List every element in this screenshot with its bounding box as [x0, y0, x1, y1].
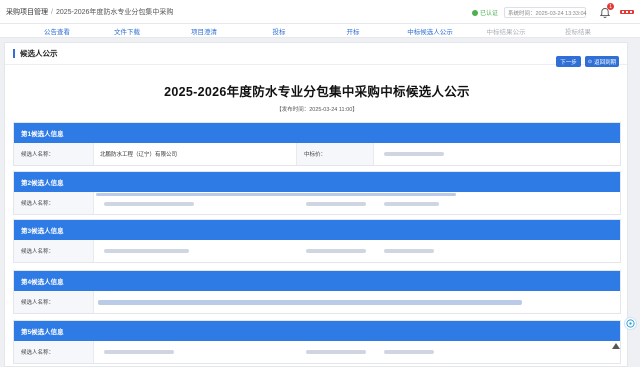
step-file-download[interactable]: 文件下载 — [114, 26, 140, 36]
top-header: 采购项目管理/2025-2026年度防水专业分包集中采购 已认证 系统时间：20… — [0, 0, 640, 24]
notification-badge: 1 — [607, 3, 614, 10]
candidate-header: 第3候选人信息 — [14, 220, 620, 240]
back-button[interactable]: ⊙ 返回到期 — [585, 56, 619, 67]
step-clarification[interactable]: 项目澄清 — [191, 26, 217, 36]
candidate-card: 第3候选人信息 候选人名称： — [13, 219, 621, 263]
redacted-value — [104, 350, 174, 354]
check-icon — [472, 9, 478, 16]
candidate-card: 第4候选人信息 候选人名称： — [13, 270, 621, 314]
candidate-card: 第1候选人信息 候选人名称： 北鹏防水工程（辽宁）有限公司 中标价： — [13, 122, 621, 166]
redacted-value — [306, 202, 366, 206]
redacted-value — [306, 249, 366, 253]
redacted-value — [104, 249, 189, 253]
candidate-header: 第2候选人信息 — [14, 172, 620, 192]
server-time: 系统时间：2025-03-24 13:33:04 — [504, 7, 587, 18]
step-result-publicity[interactable]: 中标结果公示 — [487, 26, 526, 36]
step-candidate-publicity[interactable]: 中标候选人公示 — [407, 26, 453, 36]
redacted-value — [384, 249, 434, 253]
redacted-value — [98, 300, 522, 305]
breadcrumb: 采购项目管理/2025-2026年度防水专业分包集中采购 — [0, 7, 173, 17]
candidate-header: 第1候选人信息 — [14, 123, 620, 143]
candidate-row: 候选人名称： 北鹏防水工程（辽宁）有限公司 中标价： — [14, 143, 620, 165]
back-button-label: 返回到期 — [594, 59, 617, 66]
help-icon[interactable] — [624, 317, 637, 330]
candidate-card: 第5候选人信息 候选人名称： — [13, 320, 621, 364]
redacted-value — [384, 202, 439, 206]
document-title: 2025-2026年度防水专业分包集中采购中标候选人公示 — [164, 85, 470, 99]
panel-title: 候选人公示 — [13, 49, 58, 58]
bid-price-label: 中标价： — [296, 143, 374, 165]
candidate-name-label: 候选人名称： — [14, 291, 94, 313]
breadcrumb-root[interactable]: 采购项目管理 — [6, 9, 48, 16]
certified-label: 已认证 — [480, 11, 499, 17]
next-step-button[interactable]: 下一步 — [556, 56, 581, 67]
candidate-header: 第5候选人信息 — [14, 321, 620, 341]
step-bid-result[interactable]: 投标结果 — [565, 26, 591, 36]
candidate-name-value: 北鹏防水工程（辽宁）有限公司 — [100, 152, 178, 158]
redacted-value — [384, 350, 434, 354]
redacted-value — [384, 152, 444, 156]
candidate-name-label: 候选人名称： — [14, 192, 94, 214]
candidate-card: 第2候选人信息 候选人名称： — [13, 171, 621, 215]
publish-time: 【发布时间：2025-03-24 11:00】 — [276, 107, 358, 113]
candidate-name-label: 候选人名称： — [14, 143, 94, 165]
candidate-name-label: 候选人名称： — [14, 341, 94, 363]
step-announcement[interactable]: 公告查看 — [44, 26, 70, 36]
redacted-value — [96, 193, 456, 196]
redacted-value — [104, 202, 194, 206]
step-bidding[interactable]: 投标 — [273, 26, 286, 36]
scroll-top-icon[interactable] — [611, 341, 620, 350]
candidate-name-label: 候选人名称： — [14, 240, 94, 262]
back-icon: ⊙ — [587, 58, 593, 65]
panel-header: 候选人公示 下一步 ⊙ 返回到期 — [5, 43, 627, 67]
candidate-row: 候选人名称： — [14, 192, 620, 214]
certified-status: 已认证 — [472, 8, 498, 17]
main-panel: 候选人公示 下一步 ⊙ 返回到期 2025-2026年度防水专业分包集中采购中标… — [4, 42, 628, 367]
redacted-value — [306, 350, 366, 354]
breadcrumb-separator: / — [51, 8, 53, 16]
candidate-row: 候选人名称： — [14, 291, 620, 313]
avatar[interactable] — [620, 7, 634, 17]
candidate-row: 候选人名称： — [14, 341, 620, 363]
candidate-header: 第4候选人信息 — [14, 271, 620, 291]
breadcrumb-current: 2025-2026年度防水专业分包集中采购 — [55, 8, 174, 16]
step-nav: 公告查看 文件下载 项目澄清 投标 开标 中标候选人公示 中标结果公示 投标结果 — [0, 24, 640, 38]
candidate-row: 候选人名称： — [14, 240, 620, 262]
step-bid-opening[interactable]: 开标 — [347, 26, 360, 36]
